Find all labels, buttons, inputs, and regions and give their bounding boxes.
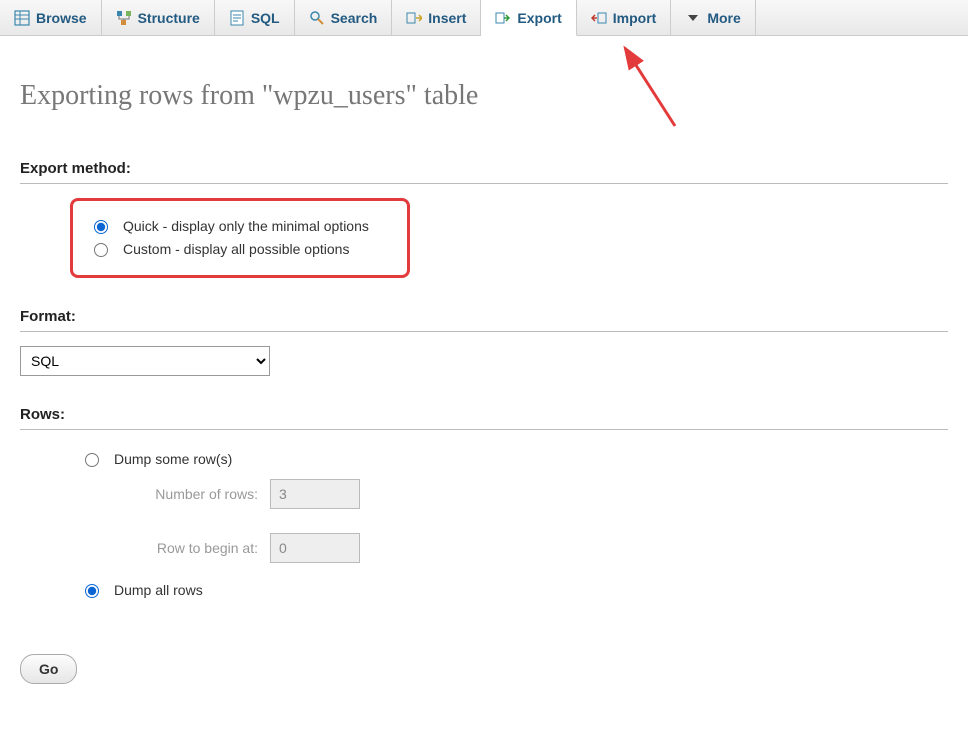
tab-export[interactable]: Export bbox=[481, 0, 576, 36]
section-legend-export-method: Export method: bbox=[20, 160, 948, 184]
tab-label: Insert bbox=[428, 10, 466, 26]
rows-dump-some[interactable]: Dump some row(s) bbox=[80, 450, 948, 467]
tab-more[interactable]: More bbox=[671, 0, 755, 35]
radio-dump-all[interactable] bbox=[85, 584, 99, 598]
export-method-highlight: Quick - display only the minimal options… bbox=[70, 198, 410, 278]
radio-label: Quick - display only the minimal options bbox=[123, 218, 369, 234]
export-method-quick[interactable]: Quick - display only the minimal options bbox=[89, 217, 391, 234]
structure-icon bbox=[116, 10, 132, 26]
export-icon bbox=[495, 10, 511, 26]
tab-sql[interactable]: SQL bbox=[215, 0, 295, 35]
radio-custom[interactable] bbox=[94, 243, 108, 257]
format-section: Format: SQL bbox=[20, 308, 948, 376]
page-title: Exporting rows from "wpzu_users" table bbox=[20, 80, 948, 112]
tab-label: SQL bbox=[251, 10, 280, 26]
sql-icon bbox=[229, 10, 245, 26]
search-icon bbox=[309, 10, 325, 26]
format-select[interactable]: SQL bbox=[20, 346, 270, 376]
table-icon bbox=[14, 10, 30, 26]
chevron-down-icon bbox=[685, 10, 701, 26]
section-legend-format: Format: bbox=[20, 308, 948, 332]
num-rows-input[interactable] bbox=[270, 479, 360, 509]
tab-browse[interactable]: Browse bbox=[0, 0, 102, 35]
top-tabbar: Browse Structure SQL Search Insert Expor… bbox=[0, 0, 968, 36]
tab-import[interactable]: Import bbox=[577, 0, 672, 35]
export-method-section: Export method: Quick - display only the … bbox=[20, 160, 948, 278]
rows-section: Rows: Dump some row(s) Number of rows: R… bbox=[20, 406, 948, 604]
rows-subfields: Number of rows: Row to begin at: bbox=[120, 479, 948, 563]
tab-insert[interactable]: Insert bbox=[392, 0, 481, 35]
radio-quick[interactable] bbox=[94, 220, 108, 234]
go-button[interactable]: Go bbox=[20, 654, 77, 684]
num-rows-label: Number of rows: bbox=[120, 486, 270, 502]
import-icon bbox=[591, 10, 607, 26]
tab-label: Structure bbox=[138, 10, 200, 26]
radio-label: Custom - display all possible options bbox=[123, 241, 349, 257]
insert-icon bbox=[406, 10, 422, 26]
tab-structure[interactable]: Structure bbox=[102, 0, 215, 35]
radio-label: Dump some row(s) bbox=[114, 451, 232, 467]
export-method-custom[interactable]: Custom - display all possible options bbox=[89, 240, 391, 257]
section-legend-rows: Rows: bbox=[20, 406, 948, 430]
radio-dump-some[interactable] bbox=[85, 453, 99, 467]
tab-label: Import bbox=[613, 10, 657, 26]
rows-dump-all[interactable]: Dump all rows bbox=[80, 581, 948, 598]
tab-label: More bbox=[707, 10, 740, 26]
tab-label: Browse bbox=[36, 10, 87, 26]
row-begin-input[interactable] bbox=[270, 533, 360, 563]
row-begin-label: Row to begin at: bbox=[120, 540, 270, 556]
tab-label: Search bbox=[331, 10, 378, 26]
tab-label: Export bbox=[517, 10, 561, 26]
radio-label: Dump all rows bbox=[114, 582, 203, 598]
tab-search[interactable]: Search bbox=[295, 0, 393, 35]
